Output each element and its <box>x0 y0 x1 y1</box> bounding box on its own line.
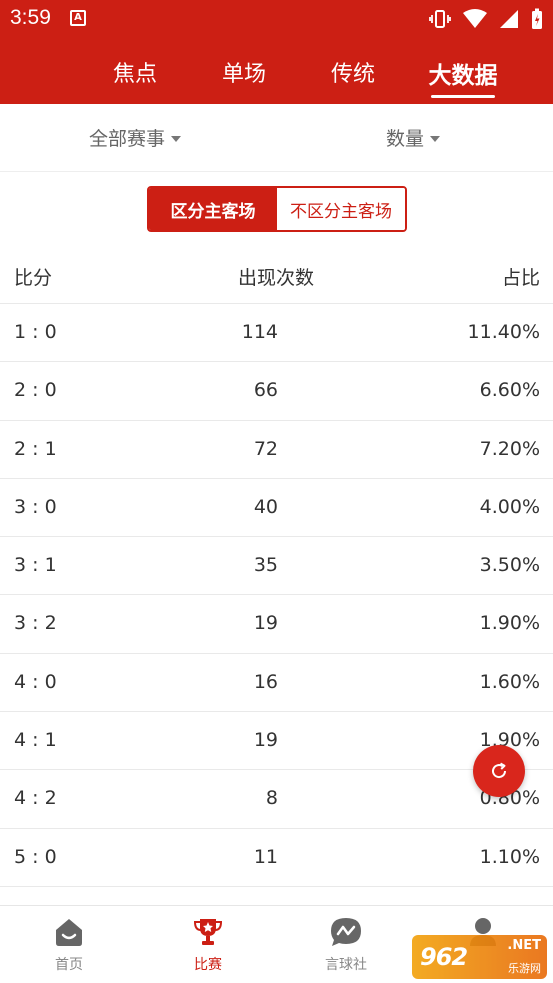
competition-filter-label: 全部赛事 <box>89 128 166 150</box>
score-table: 1 : 0 114 11.40% 2 : 0 66 6.60% 2 : 1 72… <box>0 304 553 887</box>
table-row: 3 : 0 40 4.00% <box>0 479 553 538</box>
ratio-cell: 7.20% <box>479 437 540 460</box>
sort-filter-label: 数量 <box>386 128 425 150</box>
ratio-cell: 4.00% <box>479 495 540 518</box>
home-away-toggle: 区分主客场 不区分主客场 <box>147 186 407 232</box>
count-cell: 8 <box>265 787 278 810</box>
caret-down-icon <box>430 135 441 142</box>
header-score: 比分 <box>14 267 53 289</box>
table-row: 4 : 2 8 0.80% <box>0 770 553 829</box>
score-cell: 4 : 0 <box>14 670 57 693</box>
filter-bar: 全部赛事 数量 <box>0 104 553 172</box>
caret-down-icon <box>171 135 182 142</box>
watermark-net: .NET <box>507 938 541 953</box>
count-cell: 40 <box>253 495 278 518</box>
nav-community-label: 言球社 <box>325 957 367 973</box>
top-tab-bar: 焦点 单场 传统 大数据 <box>0 50 553 100</box>
tab-big-data[interactable]: 大数据 <box>423 56 503 98</box>
count-cell: 66 <box>253 379 278 402</box>
count-cell: 72 <box>253 437 278 460</box>
signal-icon <box>500 10 518 28</box>
status-icons <box>429 8 543 30</box>
score-cell: 2 : 0 <box>14 379 57 402</box>
refresh-button[interactable] <box>473 745 525 797</box>
tab-traditional[interactable]: 传统 <box>313 56 393 88</box>
chat-icon <box>331 918 361 946</box>
battery-icon <box>532 8 542 29</box>
home-icon <box>56 919 82 946</box>
score-cell: 1 : 0 <box>14 321 57 343</box>
table-row: 4 : 0 16 1.60% <box>0 654 553 713</box>
table-header: 比分 出现次数 占比 <box>0 246 553 304</box>
score-cell: 4 : 1 <box>14 729 57 752</box>
header-count: 出现次数 <box>238 267 315 289</box>
score-cell: 5 : 0 <box>14 845 57 868</box>
ratio-cell: 6.60% <box>479 379 540 402</box>
score-cell: 3 : 2 <box>14 612 57 635</box>
watermark-logo: 962 .NET 乐游网 <box>412 935 547 979</box>
score-cell: 3 : 1 <box>14 554 57 577</box>
nav-home-label: 首页 <box>55 957 83 973</box>
nav-home[interactable]: 首页 <box>29 916 109 974</box>
nav-match-label: 比赛 <box>194 957 222 973</box>
count-cell: 11 <box>253 845 278 868</box>
ratio-cell: 3.50% <box>479 554 540 577</box>
status-bar: 3:59 A <box>0 0 553 38</box>
status-time: 3:59 <box>10 6 51 29</box>
trophy-icon <box>193 919 223 945</box>
notification-icon: A <box>70 10 86 26</box>
table-row: 3 : 2 19 1.90% <box>0 595 553 654</box>
sort-filter[interactable]: 数量 <box>386 124 441 151</box>
count-cell: 19 <box>253 612 278 635</box>
table-row: 5 : 0 11 1.10% <box>0 829 553 887</box>
app-header: 3:59 A 焦点 单场 传统 大数据 <box>0 0 553 104</box>
nav-community[interactable]: 言球社 <box>306 916 386 974</box>
tab-focus[interactable]: 焦点 <box>95 56 175 88</box>
count-cell: 16 <box>253 670 278 693</box>
ratio-cell: 11.40% <box>467 321 540 343</box>
score-cell: 4 : 2 <box>14 787 57 810</box>
table-row: 3 : 1 35 3.50% <box>0 537 553 596</box>
no-distinguish-home-away-button[interactable]: 不区分主客场 <box>277 188 405 230</box>
ratio-cell: 1.10% <box>479 845 540 868</box>
table-row: 2 : 0 66 6.60% <box>0 362 553 421</box>
tab-single[interactable]: 单场 <box>204 56 284 88</box>
score-cell: 3 : 0 <box>14 495 57 518</box>
table-row: 1 : 0 114 11.40% <box>0 304 553 363</box>
watermark-main: 962 <box>420 943 468 971</box>
wifi-icon <box>463 9 487 28</box>
ratio-cell: 1.90% <box>479 612 540 635</box>
header-ratio: 占比 <box>501 267 540 289</box>
count-cell: 19 <box>253 729 278 752</box>
count-cell: 114 <box>241 321 278 343</box>
refresh-icon <box>492 762 507 779</box>
distinguish-home-away-button[interactable]: 区分主客场 <box>149 188 277 230</box>
competition-filter[interactable]: 全部赛事 <box>89 124 182 151</box>
nav-match[interactable]: 比赛 <box>168 916 248 974</box>
table-row: 4 : 1 19 1.90% <box>0 712 553 771</box>
score-cell: 2 : 1 <box>14 437 57 460</box>
ratio-cell: 1.60% <box>479 670 540 693</box>
watermark-sub: 乐游网 <box>508 962 541 975</box>
table-row: 2 : 1 72 7.20% <box>0 421 553 479</box>
count-cell: 35 <box>253 554 278 577</box>
vibrate-icon <box>429 10 451 28</box>
